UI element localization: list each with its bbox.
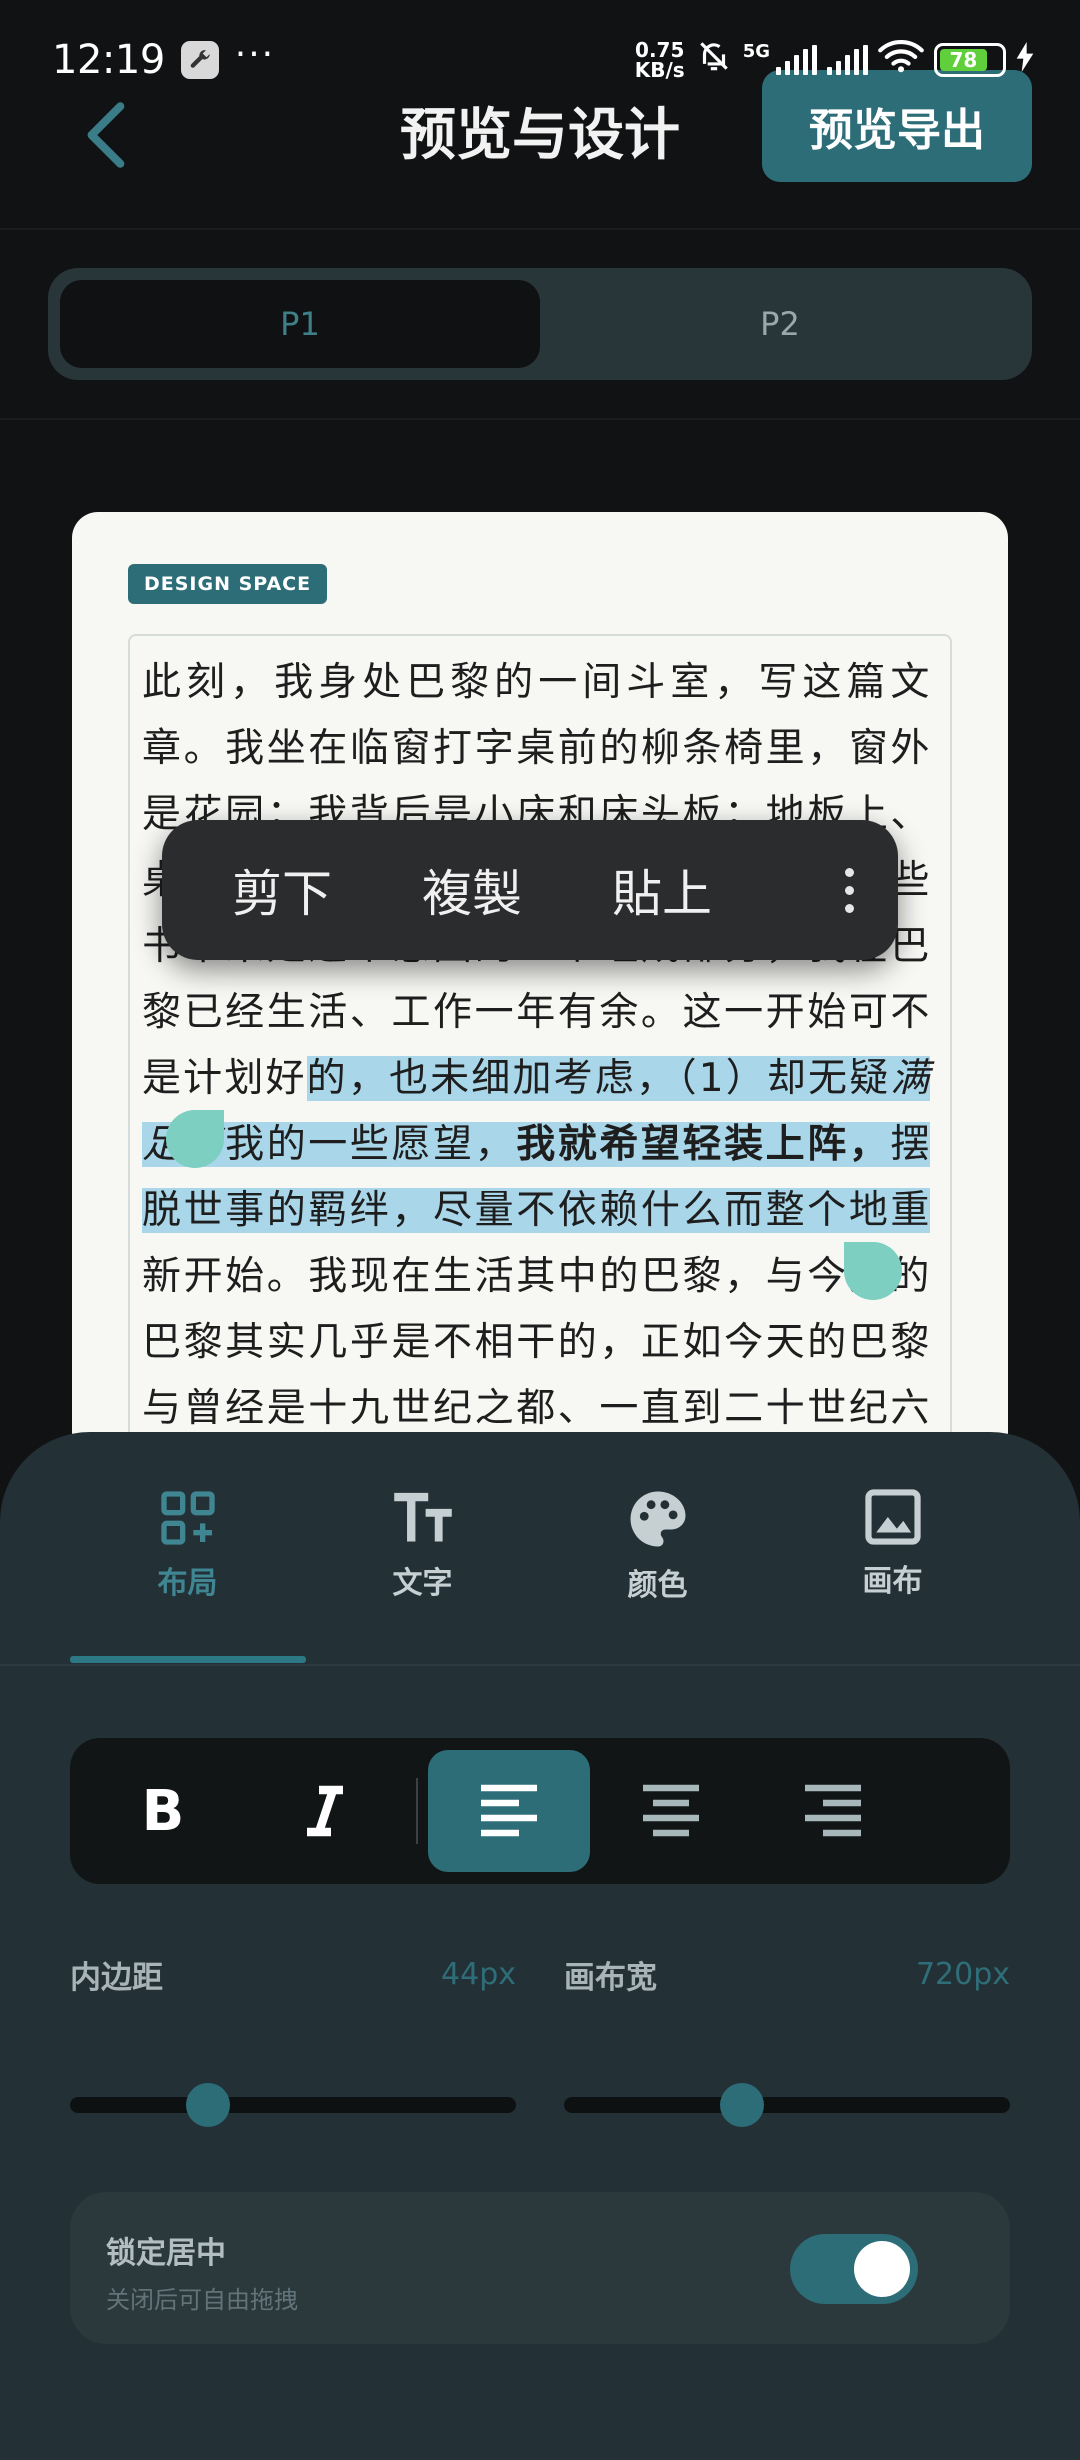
layout-grid-icon [156, 1486, 220, 1550]
article-text[interactable]: 此刻，我身处巴黎的一间斗室，写这篇文章。我坐在临窗打字桌前的柳条椅里，窗外是花园… [142, 650, 931, 1508]
align-left-button[interactable] [428, 1750, 590, 1872]
more-vertical-icon[interactable] [845, 867, 854, 913]
tab-canvas-label: 画布 [862, 1564, 923, 1599]
padding-slider-group: 内边距 44px [70, 1952, 516, 2127]
tab-text[interactable]: 文字 [305, 1486, 540, 1601]
text-run: 的，也未细加考虑，（1）却无疑 [306, 1056, 891, 1101]
selection-end-handle[interactable] [844, 1242, 902, 1300]
design-toolbar-sheet: 布局 文字 颜色 画布 B 内边距 44px 画布宽 720px 锁定居中 关闭… [0, 1432, 1080, 2460]
canvas-width-slider-thumb[interactable] [720, 2083, 765, 2127]
lock-center-toggle[interactable] [790, 2234, 918, 2304]
signal-roaming-icon [827, 45, 868, 75]
cut-menu-item[interactable]: 剪下 [232, 854, 332, 926]
padding-label: 内边距 [70, 1960, 163, 1996]
tab-color-label: 颜色 [627, 1568, 688, 1603]
paste-menu-item[interactable]: 貼上 [612, 854, 712, 926]
align-right-button[interactable] [752, 1750, 914, 1872]
tab-color[interactable]: 颜色 [540, 1486, 775, 1603]
design-space-tag: DESIGN SPACE [128, 564, 328, 604]
align-right-icon [805, 1784, 861, 1837]
status-bar: 12:19 ··· 0.75 KB/s 5G 78 [0, 0, 1080, 120]
status-right: 0.75 KB/s 5G 78 [635, 37, 1034, 83]
network-type: 5G [742, 40, 770, 62]
palette-icon [625, 1486, 691, 1552]
tool-tabs: 布局 文字 颜色 画布 [70, 1486, 1010, 1603]
align-center-icon [643, 1784, 699, 1837]
status-left: 12:19 ··· [52, 33, 276, 84]
tab-p2[interactable]: P2 [540, 280, 1020, 368]
bold-icon: B [141, 1778, 185, 1844]
text-context-menu: 剪下 複製 貼上 [162, 820, 898, 960]
lock-center-row: 锁定居中 关闭后可自由拖拽 [70, 2192, 1010, 2344]
active-tab-indicator [70, 1656, 306, 1663]
align-center-button[interactable] [590, 1750, 752, 1872]
text-run: 我的一些愿望， [225, 1122, 517, 1167]
wrench-icon [180, 41, 219, 79]
page-tabs: P1 P2 [48, 268, 1032, 380]
align-left-icon [481, 1784, 537, 1837]
status-more-icon: ··· [234, 33, 276, 75]
canvas-width-slider-group: 画布宽 720px [564, 1952, 1010, 2127]
selection-start-handle[interactable] [166, 1110, 224, 1168]
divider [0, 418, 1080, 420]
canvas-width-slider[interactable] [564, 2083, 1010, 2127]
bold-button[interactable]: B [82, 1750, 244, 1872]
signal-icon [776, 45, 817, 75]
bold-text-run: 我就希望轻装上阵， [516, 1122, 891, 1167]
network-speed-value: 0.75 [635, 38, 685, 62]
battery-level: 78 [940, 48, 987, 72]
battery-icon: 78 [934, 43, 1006, 77]
image-icon [862, 1486, 924, 1548]
italic-button[interactable] [244, 1750, 406, 1872]
network-speed: 0.75 KB/s [635, 40, 685, 80]
italic-icon [307, 1785, 343, 1837]
tab-text-label: 文字 [392, 1566, 453, 1601]
divider [0, 1664, 1080, 1666]
padding-value: 44px [441, 1957, 516, 1992]
text-size-icon [389, 1486, 457, 1550]
divider [416, 1778, 418, 1844]
mute-bell-icon [695, 37, 733, 83]
canvas-width-label: 画布宽 [564, 1960, 657, 1996]
charging-bolt-icon [1016, 41, 1034, 79]
status-time: 12:19 [52, 37, 165, 83]
canvas-width-value: 720px [915, 1957, 1010, 1992]
format-toolbar: B [70, 1738, 1010, 1884]
tab-layout-label: 布局 [157, 1566, 218, 1601]
padding-slider[interactable] [70, 2083, 516, 2127]
padding-slider-thumb[interactable] [186, 2083, 231, 2127]
wifi-icon [878, 39, 924, 82]
copy-menu-item[interactable]: 複製 [422, 854, 522, 926]
tab-canvas[interactable]: 画布 [775, 1486, 1010, 1599]
tab-layout[interactable]: 布局 [70, 1486, 305, 1601]
tab-p1[interactable]: P1 [60, 280, 540, 368]
network-speed-unit: KB/s [634, 58, 685, 82]
toggle-knob [854, 2241, 910, 2297]
